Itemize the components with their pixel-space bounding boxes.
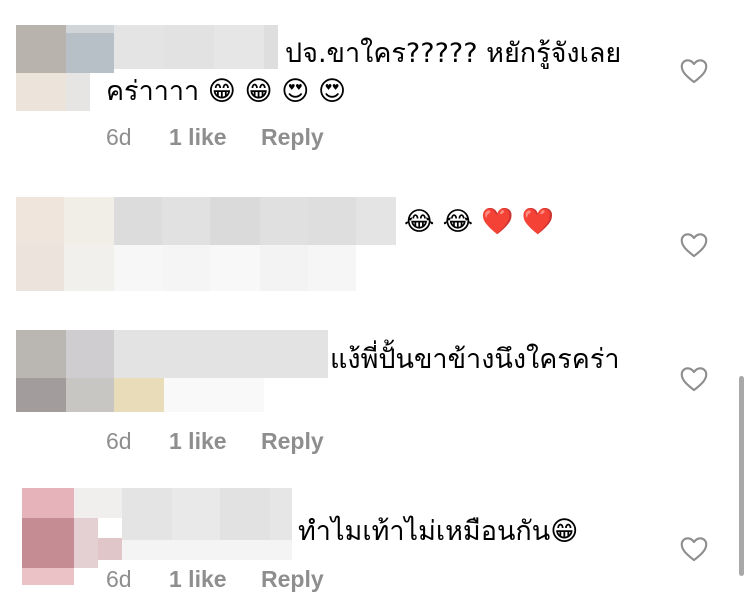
comment-text: ทำไมเท้าไม่เหมือนกัน😁 [298,516,579,547]
comment-1: ปจ.ขาใคร????? หยักรู้จังเลย คร่าาาา 😁 😁 … [0,0,750,160]
heart-outline-icon[interactable] [680,232,708,258]
timestamp: 6d [106,428,132,454]
comment-4: ทำไมเท้าไม่เหมือนกัน😁 6d 1 like Reply [0,470,750,610]
comment-text: ปจ.ขาใคร????? หยักรู้จังเลย [285,38,622,69]
heart-outline-icon[interactable] [680,366,708,392]
scrollbar[interactable] [739,376,744,576]
heart-outline-icon[interactable] [680,58,708,84]
timestamp: 6d [106,124,132,150]
comment-3: แง้พี่ปั้นขาข้างนึงใครคร่า 6d 1 like Rep… [0,300,750,470]
comment-text-line-2: คร่าาาา 😁 😁 😍 😍 [106,76,347,107]
reply-button[interactable]: Reply [261,566,324,593]
comment-text: 😂 😂 ❤️ ❤️ [404,207,555,237]
comment-2: 😂 😂 ❤️ ❤️ [0,160,750,300]
likes-count[interactable]: 1 like [169,124,227,151]
likes-count[interactable]: 1 like [169,428,227,455]
likes-count[interactable]: 1 like [169,566,227,593]
comment-text: แง้พี่ปั้นขาข้างนึงใครคร่า [330,344,620,375]
reply-button[interactable]: Reply [261,428,324,455]
timestamp: 6d [106,566,132,592]
heart-outline-icon[interactable] [680,536,708,562]
reply-button[interactable]: Reply [261,124,324,151]
